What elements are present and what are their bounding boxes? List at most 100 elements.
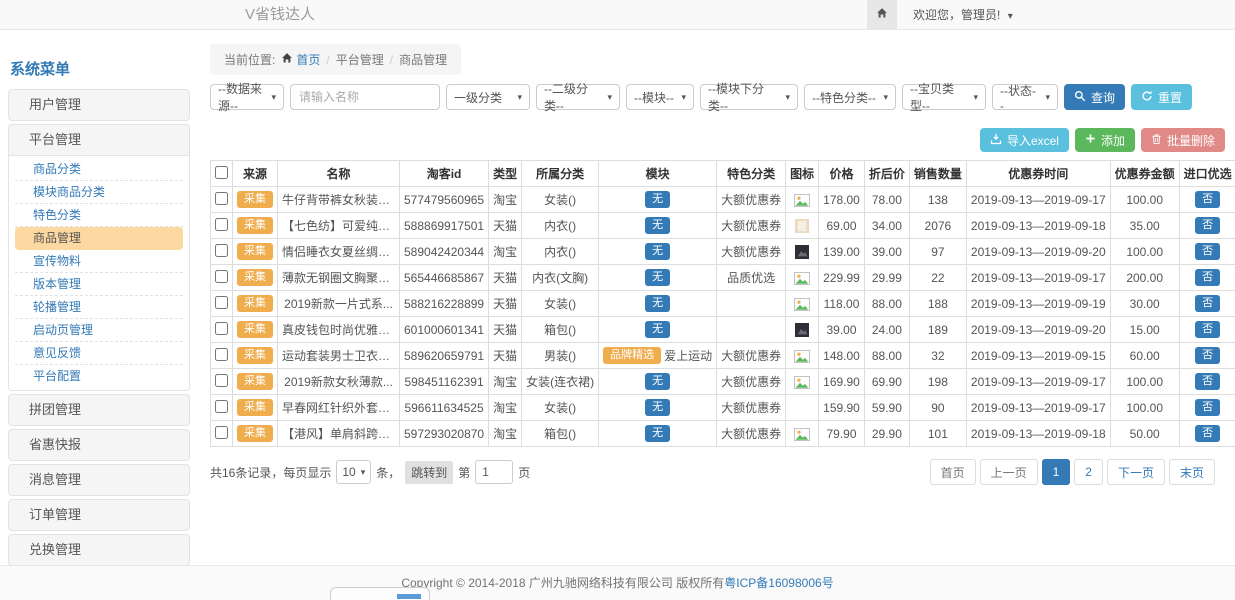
imported-featured-cell: 否 [1179, 421, 1235, 447]
page-button-首页[interactable]: 首页 [930, 459, 976, 485]
icp-link[interactable]: 粤ICP备16098006号 [724, 576, 833, 590]
page-button-2[interactable]: 2 [1074, 459, 1103, 485]
submenu-item-版本管理[interactable]: 版本管理 [15, 273, 183, 296]
imported-featured-toggle[interactable]: 否 [1195, 295, 1220, 312]
user-menu[interactable]: 欢迎您，管理员! ▾ [913, 6, 1013, 23]
column-header-特色分类: 特色分类 [717, 161, 786, 187]
sidebar-item-订单管理[interactable]: 订单管理 [9, 500, 189, 530]
sales-count-cell: 22 [909, 265, 966, 291]
source-cell: 采集 [233, 265, 278, 291]
imported-featured-toggle[interactable]: 否 [1195, 347, 1220, 364]
row-checkbox[interactable] [215, 348, 228, 361]
row-checkbox[interactable] [215, 244, 228, 257]
submenu-item-商品分类[interactable]: 商品分类 [15, 158, 183, 181]
search-button[interactable]: 查询 [1064, 84, 1125, 110]
page-button-1[interactable]: 1 [1042, 459, 1071, 485]
sales-count-cell: 188 [909, 291, 966, 317]
product-image-icon [795, 245, 809, 259]
sidebar-item-平台管理[interactable]: 平台管理 [9, 125, 189, 155]
row-checkbox[interactable] [215, 322, 228, 335]
jump-button[interactable]: 跳转到 [405, 461, 453, 484]
type-cell: 天猫 [489, 343, 522, 369]
jump-page-input[interactable] [475, 460, 513, 484]
status-fragment [397, 594, 421, 599]
row-select-cell [211, 317, 233, 343]
row-checkbox[interactable] [215, 296, 228, 309]
submenu-item-宣传物料[interactable]: 宣传物料 [15, 250, 183, 273]
row-checkbox[interactable] [215, 400, 228, 413]
batch-delete-button[interactable]: 批量删除 [1141, 128, 1225, 152]
imported-featured-toggle[interactable]: 否 [1195, 191, 1220, 208]
filter-select-module-sub-category[interactable]: --模块下分类--▾ [700, 84, 798, 110]
table-row: 采集情侣睡衣女夏丝绸男士...589042420344淘宝内衣()无大额优惠券1… [211, 239, 1235, 265]
name-search-input[interactable] [290, 84, 440, 110]
filter-select-special-category[interactable]: --特色分类--▾ [804, 84, 896, 110]
module-cell: 无 [599, 317, 717, 343]
breadcrumb-home-link[interactable]: 首页 [281, 51, 320, 68]
filter-select-data-source[interactable]: --数据来源--▾ [210, 84, 284, 110]
product-image-icon [795, 323, 809, 337]
breadcrumb-item: 商品管理 [399, 51, 447, 68]
filter-select-item-type[interactable]: --宝贝类型--▾ [902, 84, 986, 110]
page-button-上一页[interactable]: 上一页 [980, 459, 1038, 485]
add-button[interactable]: 添加 [1075, 128, 1135, 152]
submenu-item-平台配置[interactable]: 平台配置 [15, 365, 183, 388]
taoke-id: 588869917501 [400, 213, 489, 239]
special-category-cell: 大额优惠券 [717, 343, 786, 369]
row-checkbox[interactable] [215, 426, 228, 439]
sidebar-item-消息管理[interactable]: 消息管理 [9, 465, 189, 495]
submenu-item-商品管理[interactable]: 商品管理 [15, 227, 183, 250]
imported-featured-toggle[interactable]: 否 [1195, 269, 1220, 286]
taoke-id: 565446685867 [400, 265, 489, 291]
row-checkbox[interactable] [215, 374, 228, 387]
filter-select-module[interactable]: --模块--▾ [626, 84, 694, 110]
sales-count-cell: 90 [909, 395, 966, 421]
submenu-item-轮播管理[interactable]: 轮播管理 [15, 296, 183, 319]
row-checkbox[interactable] [215, 270, 228, 283]
row-checkbox[interactable] [215, 192, 228, 205]
page-button-下一页[interactable]: 下一页 [1107, 459, 1165, 485]
taoke-id: 601000601341 [400, 317, 489, 343]
main-content: 当前位置: 首页 / 平台管理 / 商品管理 --数据来源--▾一级分类▾--二… [210, 30, 1225, 485]
chevron-down-icon: ▾ [1045, 92, 1050, 103]
category-cell: 女装() [522, 395, 599, 421]
toolbar: 导入excel 添加 批量删除 [210, 128, 1225, 152]
source-cell: 采集 [233, 187, 278, 213]
submenu-item-意见反馈[interactable]: 意见反馈 [15, 342, 183, 365]
home-button[interactable] [867, 0, 897, 29]
sidebar: 系统菜单 用户管理平台管理商品分类模块商品分类特色分类商品管理宣传物料版本管理轮… [8, 42, 190, 600]
page-button-末页[interactable]: 末页 [1169, 459, 1215, 485]
type-cell: 淘宝 [489, 421, 522, 447]
module-badge: 无 [645, 399, 670, 416]
filter-select-status[interactable]: --状态--▾ [992, 84, 1058, 110]
imported-featured-toggle[interactable]: 否 [1195, 425, 1220, 442]
breadcrumb: 当前位置: 首页 / 平台管理 / 商品管理 [210, 44, 461, 75]
import-excel-button[interactable]: 导入excel [980, 128, 1069, 152]
row-select-cell [211, 291, 233, 317]
sidebar-item-用户管理[interactable]: 用户管理 [9, 90, 189, 120]
module-badge: 无 [645, 243, 670, 260]
module-cell: 无 [599, 187, 717, 213]
select-value: --数据来源-- [218, 80, 265, 114]
source-cell: 采集 [233, 395, 278, 421]
row-checkbox[interactable] [215, 218, 228, 231]
imported-featured-toggle[interactable]: 否 [1195, 399, 1220, 416]
imported-featured-toggle[interactable]: 否 [1195, 321, 1220, 338]
submenu-item-模块商品分类[interactable]: 模块商品分类 [15, 181, 183, 204]
imported-featured-toggle[interactable]: 否 [1195, 243, 1220, 260]
select-all-checkbox[interactable] [215, 166, 228, 179]
sidebar-group: 消息管理 [8, 464, 190, 496]
imported-featured-toggle[interactable]: 否 [1195, 373, 1220, 390]
coupon-amount-cell: 100.00 [1110, 395, 1179, 421]
filter-select-level1-category[interactable]: 一级分类▾ [446, 84, 530, 110]
module-badge: 无 [645, 269, 670, 286]
reset-button[interactable]: 重置 [1131, 84, 1192, 110]
imported-featured-toggle[interactable]: 否 [1195, 217, 1220, 234]
per-page-select[interactable]: 10 ▾ [336, 460, 371, 484]
submenu-item-启动页管理[interactable]: 启动页管理 [15, 319, 183, 342]
sidebar-item-拼团管理[interactable]: 拼团管理 [9, 395, 189, 425]
sidebar-item-兑换管理[interactable]: 兑换管理 [9, 535, 189, 565]
sidebar-item-省惠快报[interactable]: 省惠快报 [9, 430, 189, 460]
submenu-item-特色分类[interactable]: 特色分类 [15, 204, 183, 227]
filter-select-level2-category[interactable]: --二级分类--▾ [536, 84, 620, 110]
